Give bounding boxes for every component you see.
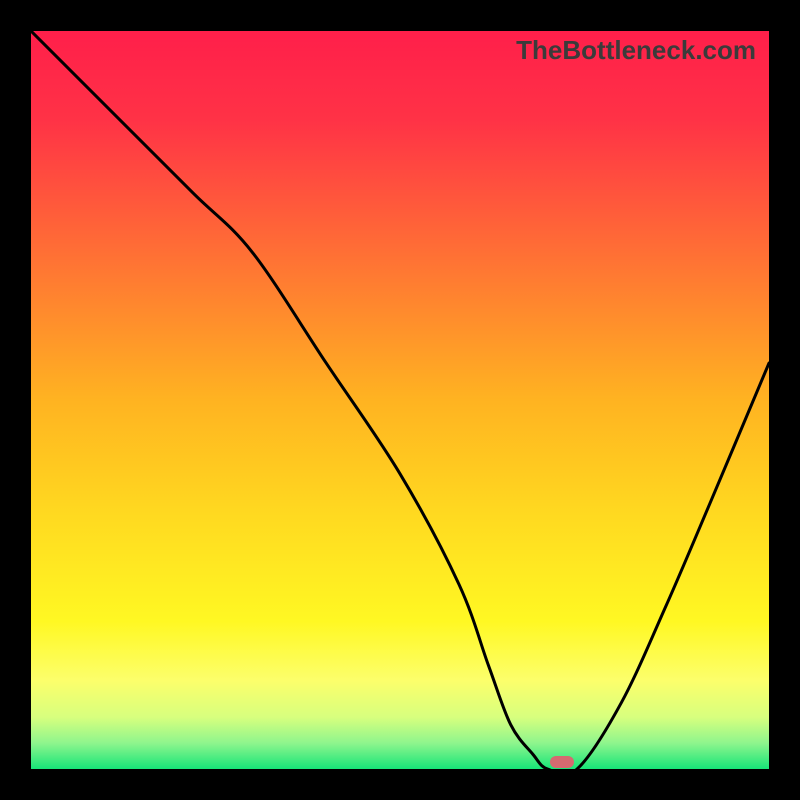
bottleneck-curve [31, 31, 769, 769]
chart-frame: TheBottleneck.com [31, 31, 769, 769]
optimal-marker [550, 756, 574, 768]
plot-area: TheBottleneck.com [31, 31, 769, 769]
